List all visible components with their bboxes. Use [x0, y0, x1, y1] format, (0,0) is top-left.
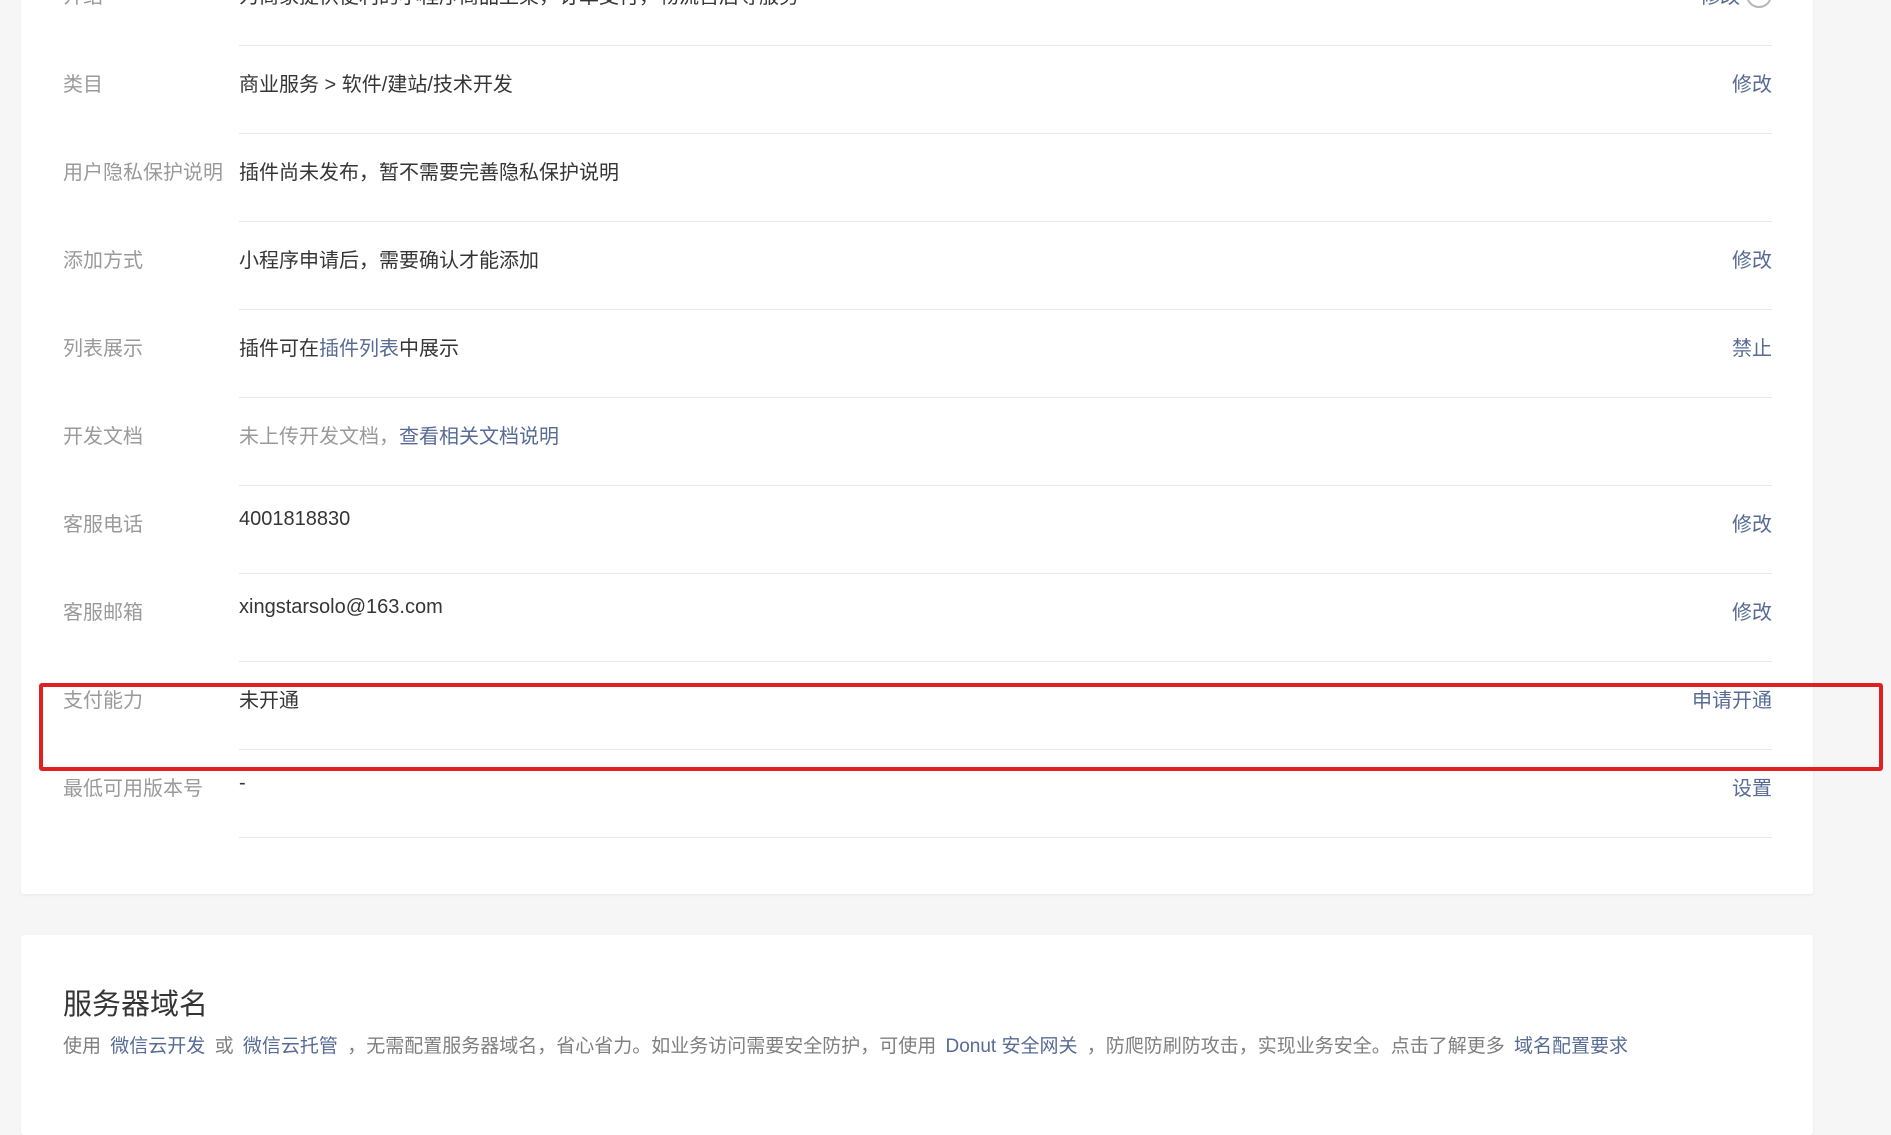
row-value: - — [239, 772, 246, 794]
row-value: 插件可在插件列表中展示 — [239, 332, 459, 361]
row-value: 4001818830 — [239, 508, 351, 530]
row-label: 最低可用版本号 — [63, 778, 203, 800]
divider — [239, 837, 1772, 838]
row-label: 介绍 — [63, 0, 103, 9]
desc-text: ，防爬防刷防攻击，实现业务安全。点击了解更多 — [1086, 1036, 1505, 1057]
row-label: 添加方式 — [63, 250, 143, 272]
desc-text: 或 — [214, 1036, 234, 1057]
row-label: 客服邮箱 — [63, 602, 143, 624]
edit-phone-button[interactable]: 修改 — [1732, 508, 1772, 537]
row-label: 支付能力 — [63, 690, 143, 712]
row-value: 未开通 — [239, 690, 299, 712]
plugin-list-link[interactable]: 插件列表 — [319, 338, 399, 360]
disable-list-display-button[interactable]: 禁止 — [1732, 332, 1772, 361]
server-domain-card: 服务器域名 使用 微信云开发 或 微信云托管 ，无需配置服务器域名，省心省力。如… — [21, 935, 1813, 1135]
edit-add-method-button[interactable]: 修改 — [1732, 244, 1772, 273]
edit-email-button[interactable]: 修改 — [1732, 596, 1772, 625]
cloud-dev-link[interactable]: 微信云开发 — [110, 1036, 205, 1057]
cloud-hosting-link[interactable]: 微信云托管 — [243, 1036, 338, 1057]
set-min-version-button[interactable]: 设置 — [1732, 772, 1772, 801]
row-label: 列表展示 — [63, 338, 143, 360]
row-label: 用户隐私保护说明 — [63, 162, 223, 184]
row-list-display: 列表展示 插件可在插件列表中展示 禁止 — [21, 310, 1813, 398]
row-value: 插件尚未发布，暂不需要完善隐私保护说明 — [239, 162, 619, 184]
edit-category-button[interactable]: 修改 — [1732, 68, 1772, 97]
row-label: 客服电话 — [63, 514, 143, 536]
value-prefix: 插件可在 — [239, 338, 319, 360]
row-min-version: 最低可用版本号 - 设置 — [21, 750, 1813, 838]
row-value: 小程序申请后，需要确认才能添加 — [239, 250, 539, 272]
row-label: 开发文档 — [63, 426, 143, 448]
edit-intro-button[interactable]: 修改 ? — [1700, 0, 1772, 9]
row-dev-docs: 开发文档 未上传开发文档，查看相关文档说明 — [21, 398, 1813, 486]
view-docs-link[interactable]: 查看相关文档说明 — [399, 426, 559, 448]
desc-text: ，无需配置服务器域名，省心省力。如业务访问需要安全防护，可使用 — [347, 1036, 937, 1057]
row-intro: 介绍 为商家提供便利的小程序商品上架，订单支付，物流售后等服务 修改 ? — [21, 0, 1813, 46]
action-label: 修改 — [1700, 0, 1740, 9]
domain-requirements-link[interactable]: 域名配置要求 — [1514, 1036, 1628, 1057]
donut-gateway-link[interactable]: Donut 安全网关 — [945, 1036, 1077, 1057]
row-label: 类目 — [63, 74, 103, 96]
row-value: 未上传开发文档，查看相关文档说明 — [239, 420, 559, 449]
row-add-method: 添加方式 小程序申请后，需要确认才能添加 修改 — [21, 222, 1813, 310]
section-description: 使用 微信云开发 或 微信云托管 ，无需配置服务器域名，省心省力。如业务访问需要… — [63, 1031, 1632, 1058]
apply-payment-button[interactable]: 申请开通 — [1692, 684, 1772, 713]
row-service-email: 客服邮箱 xingstarsolo@163.com 修改 — [21, 574, 1813, 662]
value-suffix: 中展示 — [399, 338, 459, 360]
row-value: 商业服务 > 软件/建站/技术开发 — [239, 74, 513, 96]
plugin-info-card: 介绍 为商家提供便利的小程序商品上架，订单支付，物流售后等服务 修改 ? 类目 … — [21, 0, 1813, 894]
row-value: xingstarsolo@163.com — [239, 596, 443, 618]
row-payment: 支付能力 未开通 申请开通 — [21, 662, 1813, 750]
row-service-phone: 客服电话 4001818830 修改 — [21, 486, 1813, 574]
row-privacy: 用户隐私保护说明 插件尚未发布，暂不需要完善隐私保护说明 — [21, 134, 1813, 222]
row-value: 为商家提供便利的小程序商品上架，订单支付，物流售后等服务 — [239, 0, 799, 9]
question-circle-icon[interactable]: ? — [1746, 0, 1772, 8]
row-category: 类目 商业服务 > 软件/建站/技术开发 修改 — [21, 46, 1813, 134]
section-title: 服务器域名 — [63, 989, 209, 1021]
value-prefix: 未上传开发文档， — [239, 426, 399, 448]
desc-text: 使用 — [63, 1036, 102, 1057]
